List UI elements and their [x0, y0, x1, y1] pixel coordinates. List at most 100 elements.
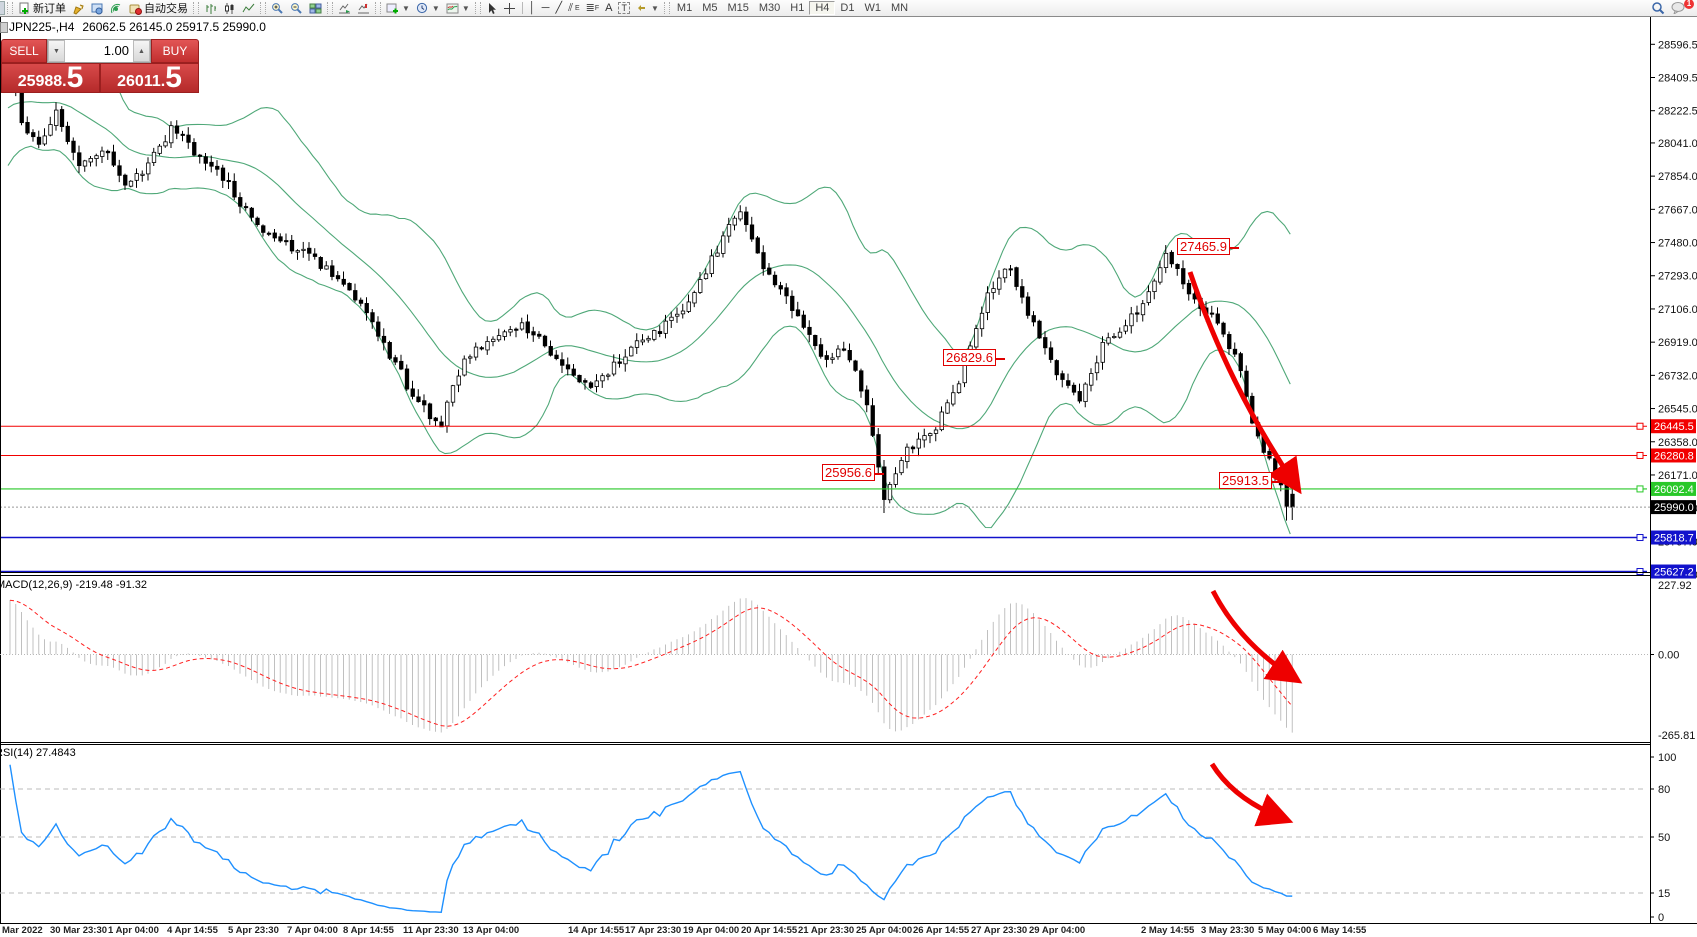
- tab-m5[interactable]: M5: [697, 1, 722, 15]
- svg-text:26732.0: 26732.0: [1658, 370, 1697, 382]
- svg-text:27 Apr 23:30: 27 Apr 23:30: [971, 925, 1027, 936]
- crosshair-icon: [503, 2, 516, 15]
- sell-button[interactable]: SELL: [1, 39, 47, 63]
- tab-m15[interactable]: M15: [722, 1, 753, 15]
- cursor-icon: [486, 2, 497, 15]
- time-axis[interactable]: Mar 202230 Mar 23:301 Apr 04:004 Apr 14:…: [2, 925, 1367, 936]
- notifications-button[interactable]: 1: [1668, 1, 1689, 16]
- fibonacci-icon: ≣: [586, 2, 593, 15]
- macd-panel: [0, 598, 1650, 732]
- svg-text:Mar 2022: Mar 2022: [2, 925, 43, 936]
- tab-h4[interactable]: H4: [809, 1, 835, 15]
- price-callout[interactable]: 25913.5: [1219, 472, 1272, 489]
- toolbar-grip: [664, 2, 670, 14]
- chart-shift-button[interactable]: [354, 1, 373, 16]
- svg-text:7 Apr 04:00: 7 Apr 04:00: [287, 925, 338, 936]
- toolbar-grip: [193, 2, 199, 14]
- arrows-button[interactable]: ▼: [633, 1, 662, 16]
- main-chart-layer[interactable]: [8, 50, 1294, 534]
- one-click-trading-panel: SELL ▼ 1.00 ▲ BUY 25988.5 26011.5: [1, 39, 199, 93]
- line-chart-icon: [242, 2, 255, 15]
- ohlc-values: 26062.5 26145.0 25917.5 25990.0: [82, 20, 266, 34]
- clipped-icon: [0, 1, 5, 15]
- tab-m30[interactable]: M30: [754, 1, 785, 15]
- tab-d1[interactable]: D1: [835, 1, 859, 15]
- auto-scroll-button[interactable]: [335, 1, 354, 16]
- svg-text:13 Apr 04:00: 13 Apr 04:00: [463, 925, 519, 936]
- svg-text:26280.8: 26280.8: [1654, 450, 1694, 462]
- crosshair-button[interactable]: [500, 1, 519, 16]
- tab-mn[interactable]: MN: [886, 1, 913, 15]
- macd-axis: 227.920.00-265.81: [1650, 580, 1695, 742]
- tab-h1[interactable]: H1: [785, 1, 809, 15]
- svg-text:29 Apr 04:00: 29 Apr 04:00: [1029, 925, 1085, 936]
- price-callout[interactable]: 27465.9: [1177, 238, 1230, 255]
- metaeditor-icon: [72, 2, 85, 15]
- svg-text:21 Apr 23:30: 21 Apr 23:30: [798, 925, 854, 936]
- vertical-line-button[interactable]: │: [526, 1, 539, 16]
- symbol-label: JPN225-,H4: [9, 20, 74, 34]
- autotrading-label: 自动交易: [144, 0, 188, 16]
- level-handle[interactable]: [1637, 569, 1643, 575]
- level-handle[interactable]: [1637, 423, 1643, 429]
- new-order-button[interactable]: 新订单: [15, 1, 69, 16]
- horizontal-line-button[interactable]: ─: [539, 1, 553, 16]
- periods-button[interactable]: ▼: [413, 1, 443, 16]
- trend-arrow[interactable]: [1213, 591, 1294, 678]
- svg-text:227.92: 227.92: [1658, 580, 1692, 592]
- macd-signal-line: [10, 600, 1292, 726]
- tab-w1[interactable]: W1: [859, 1, 886, 15]
- indicators-button[interactable]: ▼: [383, 1, 413, 16]
- candle-chart-button[interactable]: [220, 1, 239, 16]
- fibonacci-button[interactable]: ≣F: [583, 1, 603, 16]
- trend-arrow[interactable]: [1212, 764, 1284, 819]
- trendline-button[interactable]: ╱: [552, 1, 565, 16]
- svg-text:26 Apr 14:55: 26 Apr 14:55: [913, 925, 970, 936]
- market-watch-button[interactable]: [88, 1, 107, 16]
- svg-text:11 Apr 23:30: 11 Apr 23:30: [403, 925, 459, 936]
- channel-button[interactable]: ⫽E: [565, 1, 583, 16]
- templates-button[interactable]: ▼: [443, 1, 473, 16]
- volume-decrease-button[interactable]: ▼: [48, 40, 65, 62]
- sell-price[interactable]: 25988.5: [1, 63, 100, 93]
- trend-arrows-layer[interactable]: [1190, 272, 1296, 819]
- price-callout[interactable]: 25956.6: [822, 464, 875, 481]
- svg-text:26092.4: 26092.4: [1654, 484, 1694, 496]
- cursor-button[interactable]: [483, 1, 500, 16]
- volume-input[interactable]: 1.00: [65, 40, 133, 62]
- bar-chart-button[interactable]: [201, 1, 220, 16]
- price-axis[interactable]: 28596.528409.528222.528041.027854.027667…: [1650, 39, 1697, 581]
- level-handle[interactable]: [1637, 486, 1643, 492]
- price-callout[interactable]: 26829.6: [943, 349, 996, 366]
- volume-increase-button[interactable]: ▲: [133, 40, 150, 62]
- svg-text:25990.0: 25990.0: [1654, 502, 1694, 514]
- buy-price[interactable]: 26011.5: [100, 63, 199, 93]
- svg-text:5 May 04:00: 5 May 04:00: [1258, 925, 1311, 936]
- tab-m1[interactable]: M1: [672, 1, 697, 15]
- svg-text:5 Apr 23:30: 5 Apr 23:30: [228, 925, 279, 936]
- zoom-out-button[interactable]: [287, 1, 306, 16]
- svg-text:28596.5: 28596.5: [1658, 39, 1697, 51]
- text-button[interactable]: A: [602, 1, 615, 16]
- buy-button[interactable]: BUY: [151, 39, 199, 63]
- svg-text:20 Apr 14:55: 20 Apr 14:55: [741, 925, 798, 936]
- svg-text:15: 15: [1658, 888, 1670, 900]
- search-button[interactable]: [1648, 1, 1668, 16]
- level-handle[interactable]: [1637, 452, 1643, 458]
- level-handle[interactable]: [1637, 535, 1643, 541]
- zoom-in-button[interactable]: [268, 1, 287, 16]
- svg-text:80: 80: [1658, 784, 1670, 796]
- line-chart-button[interactable]: [239, 1, 258, 16]
- horizontal-levels-layer[interactable]: [0, 423, 1647, 574]
- tile-windows-button[interactable]: [306, 1, 325, 16]
- channel-icon: ⫽: [568, 2, 573, 15]
- autotrading-button[interactable]: 自动交易: [126, 1, 191, 16]
- chart-shift-icon: [357, 2, 370, 15]
- label-icon: T: [618, 2, 630, 14]
- signals-button[interactable]: [107, 1, 126, 16]
- svg-text:2 May 14:55: 2 May 14:55: [1141, 925, 1195, 936]
- label-button[interactable]: T: [615, 1, 633, 16]
- metaeditor-button[interactable]: [69, 1, 88, 16]
- dropdown-arrow-icon: ▼: [651, 4, 659, 13]
- mt4-window: 新订单 自动交易 ▼ ▼ ▼ │ ─ ╱ ⫽E ≣F A T ▼: [0, 0, 1697, 937]
